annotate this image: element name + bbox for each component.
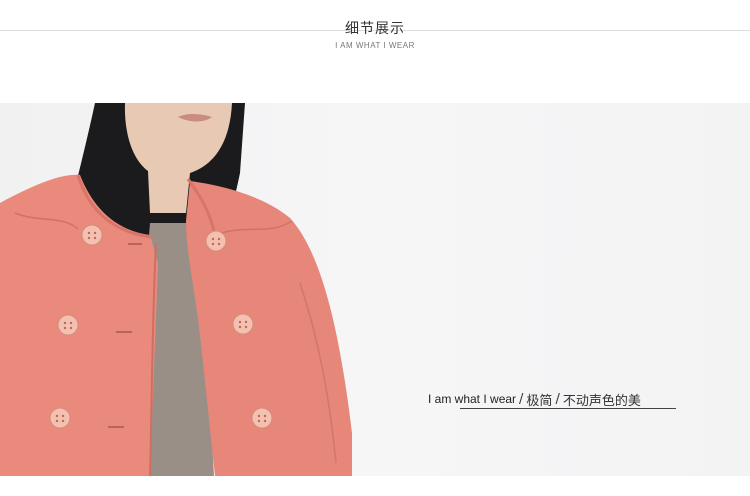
coat-button	[81, 224, 103, 246]
buttonhole	[128, 243, 142, 245]
coat-button	[49, 407, 71, 429]
coat-button	[232, 313, 254, 335]
coat-button	[251, 407, 273, 429]
bottom-spacer	[0, 476, 750, 496]
buttonhole	[108, 426, 124, 428]
slogan-understated-beauty: 不动声色的美	[562, 393, 641, 409]
buttonhole	[116, 331, 132, 333]
slogan-minimalism: 极简	[526, 393, 553, 409]
section-title: 细节展示	[345, 21, 405, 37]
section-subtitle: I AM WHAT I WEAR	[335, 41, 415, 50]
slogan-separator: /	[519, 391, 524, 407]
section-header: 细节展示 I AM WHAT I WEAR	[0, 0, 750, 100]
slogan-separator: /	[555, 391, 560, 407]
model-wearing-coat-illustration	[0, 103, 352, 476]
coat-button	[205, 230, 227, 252]
slogan-english: I am what I wear	[428, 392, 517, 406]
slogan-underline	[460, 408, 676, 409]
product-detail-photo	[0, 103, 750, 476]
coat-button	[57, 314, 79, 336]
